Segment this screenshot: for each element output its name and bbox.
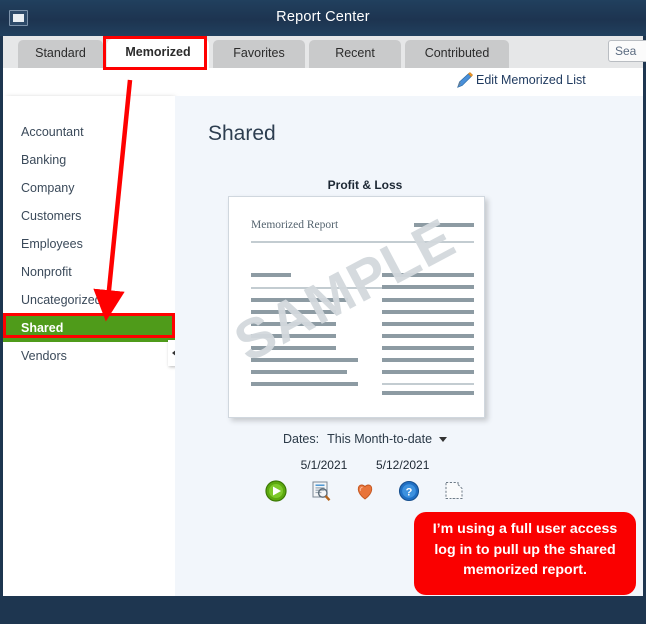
category-sidebar: Accountant Banking Company Customers Emp… [3,96,175,596]
sidebar-item-customers[interactable]: Customers [3,202,175,230]
window-title: Report Center [276,9,370,25]
sidebar-item-shared[interactable]: Shared [3,314,175,342]
tab-contributed[interactable]: Contributed [405,40,509,68]
sidebar-item-banking[interactable]: Banking [3,146,175,174]
search-input[interactable]: Sea [608,40,646,62]
tab-memorized[interactable]: Memorized [107,39,209,68]
sidebar-item-vendors[interactable]: Vendors [3,342,175,370]
thumbnail-heading: Memorized Report [251,219,339,231]
date-from: 5/1/2021 [300,458,348,472]
sidebar-item-employees[interactable]: Employees [3,230,175,258]
tab-favorites[interactable]: Favorites [213,40,305,68]
tab-strip: Standard Memorized Favorites Recent Cont… [3,36,643,68]
run-report-icon[interactable] [265,480,287,502]
dates-value: This Month-to-date [327,432,433,446]
svg-text:?: ? [406,487,413,499]
dates-label: Dates: [282,432,320,446]
title-bar: Report Center [0,0,646,36]
edit-memorized-list-link[interactable]: Edit Memorized List [476,73,586,87]
dates-selector[interactable]: Dates: This Month-to-date [175,432,555,446]
help-icon[interactable]: ? [398,480,420,502]
report-title: Profit & Loss [327,178,403,192]
report-thumbnail[interactable]: Memorized Report SAMPLE [228,196,485,418]
sidebar-item-uncategorized[interactable]: Uncategorized [3,286,175,314]
report-center-window: Report Center Standard Memorized Favorit… [0,0,646,624]
favorite-heart-icon[interactable] [354,480,376,502]
report-action-icons: ? [175,480,555,502]
date-to: 5/12/2021 [376,458,430,472]
chevron-down-icon[interactable] [439,437,448,443]
page-title: Shared [208,122,276,145]
tab-standard[interactable]: Standard [18,40,103,68]
sidebar-item-accountant[interactable]: Accountant [3,118,175,146]
date-range: 5/1/2021 5/12/2021 [175,458,555,472]
annotation-callout: I’m using a full user access log in to p… [414,512,636,595]
window-bottom-frame [0,596,646,605]
tab-recent[interactable]: Recent [309,40,401,68]
film-info-icon[interactable] [443,480,465,502]
pencil-icon [457,72,473,88]
display-report-icon[interactable] [310,480,332,502]
sidebar-item-nonprofit[interactable]: Nonprofit [3,258,175,286]
sidebar-item-company[interactable]: Company [3,174,175,202]
